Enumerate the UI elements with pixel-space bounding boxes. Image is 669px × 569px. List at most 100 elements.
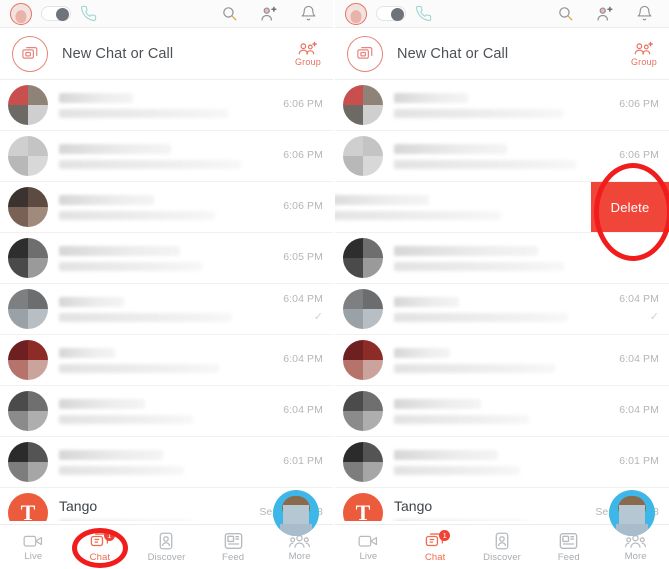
search-icon[interactable]: [557, 5, 574, 22]
chat-list[interactable]: 6:06 PM 6:06 PM Delete 6:04 PM ✓ 6:04 PM 6:04 …: [335, 80, 669, 521]
contact-avatar[interactable]: [8, 136, 48, 176]
group-button[interactable]: Group: [631, 41, 657, 67]
chat-list-item[interactable]: 6:04 PM: [0, 335, 333, 386]
search-icon[interactable]: [221, 5, 238, 22]
message-timestamp: 6:06 PM: [619, 98, 659, 110]
live-toggle[interactable]: [41, 6, 71, 21]
contact-avatar[interactable]: [343, 391, 383, 431]
tab-feed-label: Feed: [222, 551, 245, 563]
contact-avatar[interactable]: [8, 187, 48, 227]
chat-row-body[interactable]: 6:05 PM: [8, 233, 323, 283]
avatar-pixel: [343, 156, 363, 176]
chat-list-item[interactable]: 6:06 PM: [0, 80, 333, 131]
tab-feed[interactable]: Feed: [200, 525, 267, 569]
chat-list-item[interactable]: 6:04 PM: [0, 386, 333, 437]
chat-row-body[interactable]: 6:04 PM: [8, 386, 323, 436]
contact-avatar[interactable]: [8, 85, 48, 125]
live-toggle[interactable]: [376, 6, 406, 21]
floating-video-bubble[interactable]: [273, 490, 319, 536]
tab-chat[interactable]: 1 Chat: [402, 525, 469, 569]
chat-row-body[interactable]: [335, 182, 581, 232]
topbar-left-group: [10, 2, 97, 25]
tab-chat[interactable]: 1 Chat: [67, 525, 134, 569]
chat-list-item[interactable]: 6:04 PM: [335, 386, 669, 437]
last-message-redacted: [59, 210, 215, 220]
new-chat-or-call-row[interactable]: New Chat or Call Group: [335, 28, 669, 80]
tango-logo-avatar[interactable]: T: [8, 493, 48, 521]
chat-list-item[interactable]: [335, 233, 669, 284]
last-message-redacted: [394, 261, 564, 271]
tab-discover[interactable]: Discover: [133, 525, 200, 569]
phone-icon[interactable]: [415, 5, 432, 22]
self-avatar[interactable]: [345, 2, 367, 25]
chat-list-item[interactable]: 6:04 PM ✓: [335, 284, 669, 335]
group-button[interactable]: Group: [295, 41, 321, 67]
chat-list[interactable]: 6:06 PM 6:06 PM 6:06 PM 6:05 PM 6:04 PM ✓ 6:04…: [0, 80, 333, 521]
contact-avatar[interactable]: [8, 238, 48, 278]
chat-list-item[interactable]: 6:04 PM ✓: [0, 284, 333, 335]
read-receipt-check-icon: ✓: [313, 311, 323, 323]
contact-avatar[interactable]: [343, 238, 383, 278]
chat-row-body[interactable]: 6:06 PM: [8, 131, 323, 181]
contact-name-redacted: [59, 296, 124, 307]
chat-list-item[interactable]: 6:06 PM: [335, 131, 669, 182]
tab-live[interactable]: Live: [0, 525, 67, 569]
chat-row-body[interactable]: 6:06 PM: [8, 182, 323, 232]
avatar-pixel: [363, 105, 383, 125]
chat-list-item[interactable]: 6:06 PM: [0, 182, 333, 233]
chat-list-item[interactable]: 6:05 PM: [0, 233, 333, 284]
chat-list-item[interactable]: Delete: [335, 182, 669, 233]
bell-icon[interactable]: [300, 5, 317, 22]
chat-row-text: [394, 92, 611, 118]
group-people-icon: [298, 41, 317, 54]
new-chat-or-call-row[interactable]: New Chat or Call Group: [0, 28, 333, 80]
chat-unread-badge: 1: [439, 530, 451, 541]
add-contact-icon[interactable]: [260, 5, 278, 23]
chat-list-item[interactable]: 6:01 PM: [0, 437, 333, 488]
bell-icon[interactable]: [636, 5, 653, 22]
chat-row-body[interactable]: 6:06 PM: [343, 131, 659, 181]
chat-list-item[interactable]: 6:06 PM: [335, 80, 669, 131]
chat-row-body[interactable]: [343, 233, 659, 283]
chat-row-body[interactable]: 6:04 PM: [343, 386, 659, 436]
contact-avatar[interactable]: [343, 289, 383, 329]
delete-button[interactable]: Delete: [591, 182, 669, 232]
phone-icon[interactable]: [80, 5, 97, 22]
chat-list-item[interactable]: 6:06 PM: [0, 131, 333, 182]
chat-row-body[interactable]: 6:01 PM: [8, 437, 323, 487]
avatar-pixel: [8, 411, 28, 431]
contact-avatar[interactable]: [343, 85, 383, 125]
tab-chat-label: Chat: [424, 551, 446, 563]
tab-discover[interactable]: Discover: [469, 525, 536, 569]
chat-row-body[interactable]: 6:04 PM ✓: [343, 284, 659, 334]
add-contact-icon[interactable]: [596, 5, 614, 23]
chat-row-body[interactable]: 6:06 PM: [8, 80, 323, 130]
message-timestamp: 6:01 PM: [619, 455, 659, 467]
chat-row-text: [394, 143, 611, 169]
tab-live[interactable]: Live: [335, 525, 402, 569]
chat-row-body[interactable]: 6:01 PM: [343, 437, 659, 487]
chat-row-body[interactable]: 6:04 PM: [343, 335, 659, 385]
floating-video-bubble[interactable]: [609, 490, 655, 536]
chat-list-item[interactable]: 6:04 PM: [335, 335, 669, 386]
last-message-redacted: [59, 159, 241, 169]
contact-avatar[interactable]: [8, 391, 48, 431]
chat-row-meta: 6:06 PM: [283, 98, 323, 112]
self-avatar[interactable]: [10, 2, 32, 25]
contact-avatar[interactable]: [8, 442, 48, 482]
contact-avatar[interactable]: [343, 442, 383, 482]
message-timestamp: 6:04 PM: [619, 353, 659, 365]
chat-row-body[interactable]: 6:06 PM: [343, 80, 659, 130]
last-message-redacted: [59, 363, 219, 373]
chat-row-body[interactable]: 6:04 PM ✓: [8, 284, 323, 334]
chat-list-item[interactable]: 6:01 PM: [335, 437, 669, 488]
message-timestamp: 6:01 PM: [283, 455, 323, 467]
contact-avatar[interactable]: [343, 136, 383, 176]
tab-feed[interactable]: Feed: [535, 525, 602, 569]
last-message-redacted: [394, 519, 530, 521]
chat-row-body[interactable]: 6:04 PM: [8, 335, 323, 385]
tango-logo-avatar[interactable]: T: [343, 493, 383, 521]
contact-avatar[interactable]: [8, 289, 48, 329]
contact-avatar[interactable]: [343, 340, 383, 380]
contact-avatar[interactable]: [8, 340, 48, 380]
